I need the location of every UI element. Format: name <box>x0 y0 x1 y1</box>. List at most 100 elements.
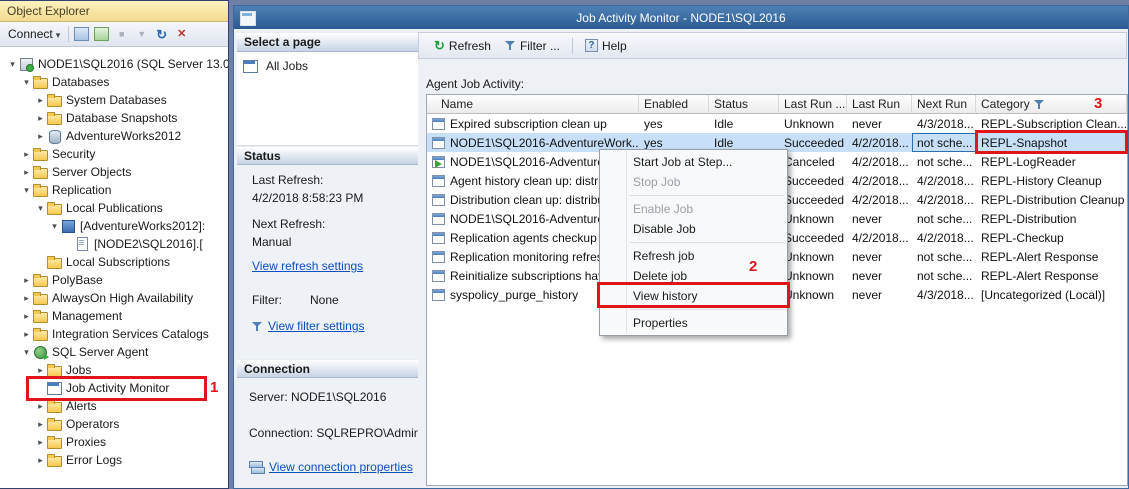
object-explorer-toolbar: Connect <box>0 22 228 47</box>
tree-item-adventureworks2012[interactable]: ▸ AdventureWorks2012 <box>0 127 228 145</box>
column-header-next-run[interactable]: Next Run <box>912 95 976 114</box>
tree-item-node1-sql2016-sql-server-13-0[interactable]: ▾ NODE1\SQL2016 (SQL Server 13.0. <box>0 55 228 73</box>
category-filter-icon[interactable] <box>1033 99 1045 110</box>
cell-text: 4/2/2018... <box>917 173 974 188</box>
collapse-icon[interactable]: ▾ <box>20 347 33 358</box>
expand-icon[interactable]: ▸ <box>34 95 47 106</box>
expand-icon[interactable]: ▸ <box>20 329 33 340</box>
tree-item-label: SQL Server Agent <box>52 345 149 359</box>
job-cell: never <box>847 247 912 266</box>
collapse-icon[interactable]: ▾ <box>34 203 47 214</box>
expand-icon[interactable]: ▸ <box>20 167 33 178</box>
menu-item-start-job-at-step[interactable]: Start Job at Step... <box>600 152 787 172</box>
menu-item-enable-job: Enable Job <box>633 202 694 216</box>
cell-text: not sche... <box>917 135 973 150</box>
menu-item-refresh-job[interactable]: Refresh job <box>600 246 787 266</box>
page-item-all-jobs[interactable]: All Jobs <box>237 55 418 76</box>
column-header-label: Last Run ... <box>784 97 846 111</box>
expand-icon[interactable]: ▸ <box>34 419 47 430</box>
connect-to-server-icon[interactable] <box>74 27 90 41</box>
column-header-category[interactable]: Category <box>976 95 1127 114</box>
expand-icon[interactable]: ▸ <box>34 437 47 448</box>
tree-item-adventureworks2012[interactable]: ▾ [AdventureWorks2012]: <box>0 217 228 235</box>
clear-filter-icon[interactable] <box>174 27 189 41</box>
filter-button[interactable]: Filter ... <box>498 36 567 56</box>
window-titlebar[interactable]: Job Activity Monitor - NODE1\SQL2016 <box>234 6 1128 29</box>
tree-item-jobs[interactable]: ▸ Jobs <box>0 361 228 379</box>
expand-icon[interactable]: ▸ <box>34 113 47 124</box>
menu-item-delete-job[interactable]: Delete job <box>600 266 787 286</box>
folder-icon <box>33 75 48 89</box>
tree-item-replication[interactable]: ▾ Replication <box>0 181 228 199</box>
tree-item-local-publications[interactable]: ▾ Local Publications <box>0 199 228 217</box>
folder-icon <box>47 93 62 107</box>
job-cell: 4/3/2018... <box>912 285 976 304</box>
collapse-icon[interactable]: ▾ <box>20 77 33 88</box>
job-cell: yes <box>639 114 709 133</box>
view-refresh-settings-link[interactable]: View refresh settings <box>252 259 363 273</box>
tree-item-management[interactable]: ▸ Management <box>0 307 228 325</box>
agent-icon <box>33 345 49 360</box>
expand-icon[interactable]: ▸ <box>20 293 33 304</box>
column-header-enabled[interactable]: Enabled <box>639 95 709 114</box>
tree-item-sql-server-agent[interactable]: ▾ SQL Server Agent <box>0 343 228 361</box>
tree-item-databases[interactable]: ▾ Databases <box>0 73 228 91</box>
tree-item-database-snapshots[interactable]: ▸ Database Snapshots <box>0 109 228 127</box>
job-cell: 4/2/2018... <box>847 152 912 171</box>
cell-text: REPL-Distribution Cleanup <box>981 192 1125 207</box>
menu-item-disable-job[interactable]: Disable Job <box>600 219 787 239</box>
tree-item-error-logs[interactable]: ▸ Error Logs <box>0 451 228 469</box>
filter-label: Filter: <box>252 293 282 307</box>
job-cell: never <box>847 285 912 304</box>
disconnect-icon[interactable] <box>94 27 110 41</box>
tree-item-proxies[interactable]: ▸ Proxies <box>0 433 228 451</box>
expand-icon[interactable]: ▸ <box>20 275 33 286</box>
tree-item-integration-services-catalogs[interactable]: ▸ Integration Services Catalogs <box>0 325 228 343</box>
tree-item-system-databases[interactable]: ▸ System Databases <box>0 91 228 109</box>
tree-item-alwayson-high-availability[interactable]: ▸ AlwaysOn High Availability <box>0 289 228 307</box>
job-icon <box>432 269 445 282</box>
expand-icon[interactable]: ▸ <box>34 365 47 376</box>
tree-item-job-activity-monitor[interactable]: Job Activity Monitor <box>0 379 228 397</box>
column-header-last-run[interactable]: Last Run ... <box>779 95 847 114</box>
expand-icon[interactable]: ▸ <box>20 149 33 160</box>
last-refresh-label: Last Refresh: <box>252 173 324 187</box>
folder-icon <box>33 165 48 179</box>
help-button[interactable]: Help <box>578 36 634 56</box>
tree-item-server-objects[interactable]: ▸ Server Objects <box>0 163 228 181</box>
view-connection-properties-link[interactable]: View connection properties <box>269 460 413 474</box>
cell-text: Succeeded <box>784 192 845 207</box>
grid-caption: Agent Job Activity: <box>426 77 525 91</box>
tree-item-operators[interactable]: ▸ Operators <box>0 415 228 433</box>
tree-item-security[interactable]: ▸ Security <box>0 145 228 163</box>
refresh-button[interactable]: Refresh <box>427 35 498 57</box>
tree-item-local-subscriptions[interactable]: Local Subscriptions <box>0 253 228 271</box>
expand-icon[interactable]: ▸ <box>34 131 47 142</box>
column-header-name[interactable]: Name <box>427 95 639 114</box>
select-a-page-header: Select a page <box>237 32 418 52</box>
expand-icon[interactable]: ▸ <box>34 455 47 466</box>
column-header-status[interactable]: Status <box>709 95 779 114</box>
folder-icon <box>47 399 62 413</box>
cell-text: NODE1\SQL2016-AdventureWork... <box>450 135 639 150</box>
cell-text: yes <box>644 135 663 150</box>
menu-item-properties[interactable]: Properties <box>600 313 787 333</box>
tree-item-polybase[interactable]: ▸ PolyBase <box>0 271 228 289</box>
tree-item-alerts[interactable]: ▸ Alerts <box>0 397 228 415</box>
view-filter-settings-link[interactable]: View filter settings <box>268 319 365 333</box>
column-header-last-run[interactable]: Last Run <box>847 95 912 114</box>
collapse-icon[interactable]: ▾ <box>48 221 61 232</box>
job-row[interactable]: Expired subscription clean up yes Idle Unkn… <box>427 114 1127 133</box>
cell-text: not sche... <box>917 268 973 283</box>
collapse-icon[interactable]: ▾ <box>6 59 19 70</box>
cell-text: REPL-Alert Response <box>981 268 1099 283</box>
collapse-icon[interactable]: ▾ <box>20 185 33 196</box>
connect-button[interactable]: Connect <box>5 25 63 43</box>
menu-item-view-history[interactable]: View history <box>600 286 787 306</box>
refresh-icon[interactable] <box>154 27 169 41</box>
expand-icon[interactable]: ▸ <box>20 311 33 322</box>
filter-button-label: Filter ... <box>519 38 560 53</box>
tree-item-label: System Databases <box>66 93 167 107</box>
tree-item-node2-sql2016[interactable]: [NODE2\SQL2016].[ <box>0 235 228 253</box>
expand-icon[interactable]: ▸ <box>34 401 47 412</box>
